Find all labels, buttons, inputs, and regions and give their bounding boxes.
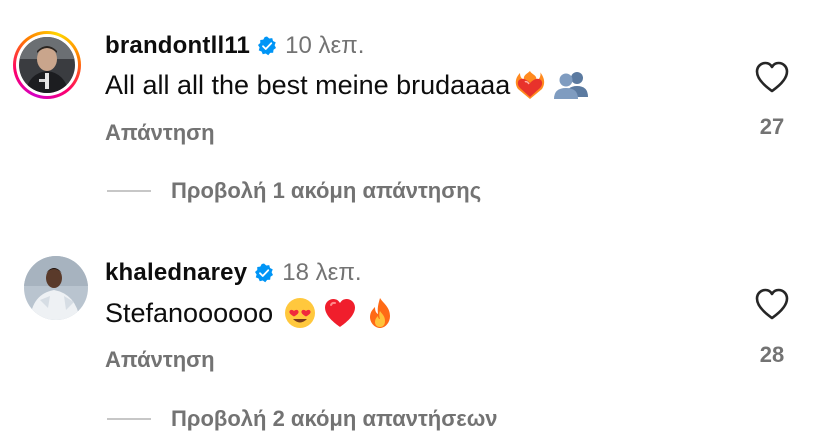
username-row: khalednarey 18 λεπ. [105,258,362,288]
view-replies-label: Προβολή 2 ακόμη απαντήσεων [171,406,498,431]
comment-time: 10 λεπ. [285,32,365,59]
heart-icon[interactable] [754,60,790,94]
heart-on-fire-emoji-icon [516,71,545,99]
busts-in-silhouette-emoji-icon [554,72,589,99]
like-count: 28 [759,342,785,367]
red-heart-emoji-icon [325,299,356,327]
like-count: 27 [759,114,785,139]
story-ring[interactable] [13,31,81,99]
view-replies-button[interactable]: Προβολή 2 ακόμη απαντήσεων [107,406,498,432]
comment-text-row: All all all the best meine brudaaaa [105,67,590,103]
avatar[interactable] [19,37,75,93]
view-replies-button[interactable]: Προβολή 1 ακόμη απάντησης [107,178,481,204]
username[interactable]: khalednarey [105,259,247,287]
avatar-image [19,37,75,93]
comment-time: 18 λεπ. [282,259,362,286]
comment-text-row: Stefanoooooo [105,295,397,331]
reply-button[interactable]: Απάντηση [105,347,215,373]
view-replies-label: Προβολή 1 ακόμη απάντησης [171,178,482,203]
verified-badge-icon [255,263,274,283]
comment-text: Stefanoooooo [105,297,274,328]
username[interactable]: brandontll11 [105,32,250,60]
heart-icon[interactable] [754,287,790,321]
divider-line [107,190,151,192]
divider-line [107,418,151,420]
reply-button[interactable]: Απάντηση [105,120,215,146]
avatar-image [24,256,88,320]
fire-emoji-icon [370,298,391,328]
avatar[interactable] [24,256,88,320]
comment-text: All all all the best meine brudaaaa [105,69,511,100]
username-row: brandontll11 10 λεπ. [105,31,364,61]
heart-eyes-emoji-icon [285,298,316,328]
verified-badge-icon [258,36,277,56]
